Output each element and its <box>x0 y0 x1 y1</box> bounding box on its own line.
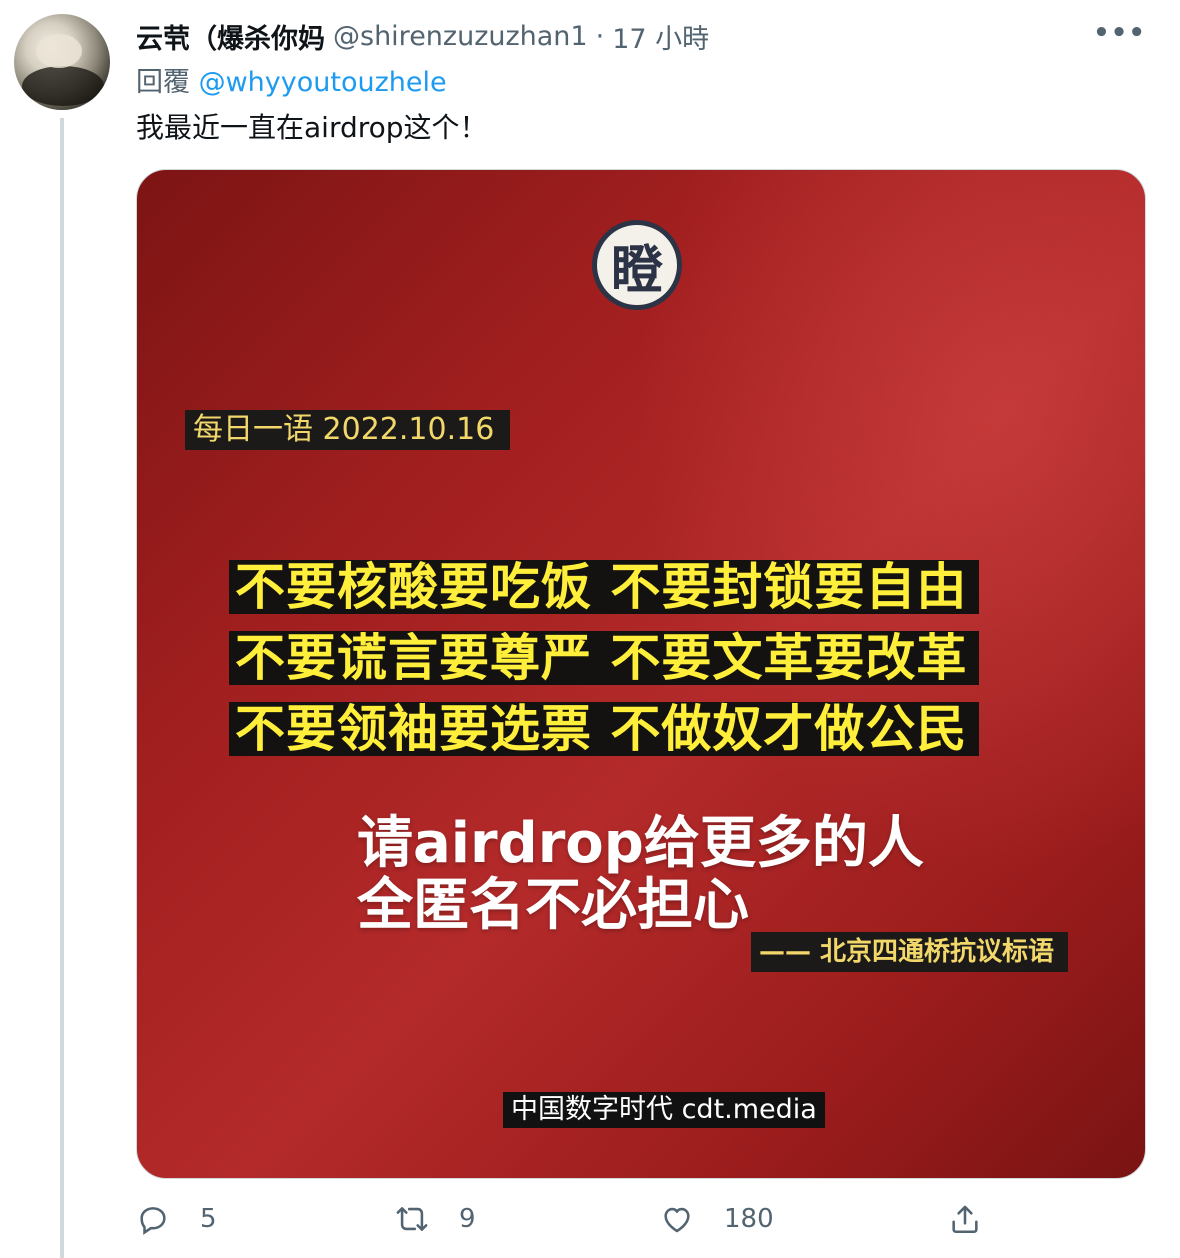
avatar[interactable] <box>14 14 110 110</box>
retweet-count: 9 <box>459 1204 476 1234</box>
tweet-time[interactable]: 17 小時 <box>612 17 709 56</box>
like-icon <box>664 1207 690 1233</box>
reply-to-link[interactable]: @whyyoutouzhele <box>199 67 447 98</box>
source-caption: —— 北京四通桥抗议标语 <box>751 932 1069 972</box>
reply-icon <box>140 1207 166 1235</box>
logo-char: 瞪 <box>610 239 663 301</box>
reply-button[interactable]: 5 <box>136 1202 217 1236</box>
reply-context: 回覆 @whyyoutouzhele <box>136 60 447 99</box>
share-button[interactable] <box>948 1202 982 1236</box>
separator: · <box>595 20 605 52</box>
message-line: 全匿名不必担心 <box>357 873 749 938</box>
retweet-button[interactable]: 9 <box>395 1202 476 1236</box>
more-icon[interactable]: ••• <box>1093 18 1146 48</box>
like-button[interactable]: 180 <box>660 1202 774 1236</box>
reply-prefix: 回覆 <box>136 67 190 98</box>
thread-connector <box>60 118 64 1258</box>
share-icon <box>952 1205 978 1234</box>
cdt-logo: 瞪 <box>592 220 682 310</box>
author-handle[interactable]: @shirenzuzuzhan1 <box>333 21 588 52</box>
watermark: 中国数字时代 cdt.media <box>503 1092 825 1128</box>
tweet-actions: 5 9 180 <box>0 1202 1180 1252</box>
slogan-line: 不要谎言要尊严 不要文革要改革 <box>229 631 980 685</box>
author-name[interactable]: 云茕（爆杀你妈 <box>136 17 325 56</box>
reply-count: 5 <box>200 1204 217 1234</box>
like-count: 180 <box>724 1204 774 1234</box>
slogan-line: 不要领袖要选票 不做奴才做公民 <box>229 702 980 756</box>
tweet-header: 云茕（爆杀你妈 @shirenzuzuzhan1 · 17 小時 <box>136 14 709 58</box>
date-banner: 每日一语 2022.10.16 <box>185 410 511 450</box>
tweet-image[interactable]: 瞪 每日一语 2022.10.16 不要核酸要吃饭 不要封锁要自由 不要谎言要尊… <box>136 169 1146 1179</box>
tweet-text: 我最近一直在airdrop这个！ <box>136 111 488 144</box>
slogan-line: 不要核酸要吃饭 不要封锁要自由 <box>229 560 980 614</box>
retweet-icon <box>396 1207 428 1231</box>
